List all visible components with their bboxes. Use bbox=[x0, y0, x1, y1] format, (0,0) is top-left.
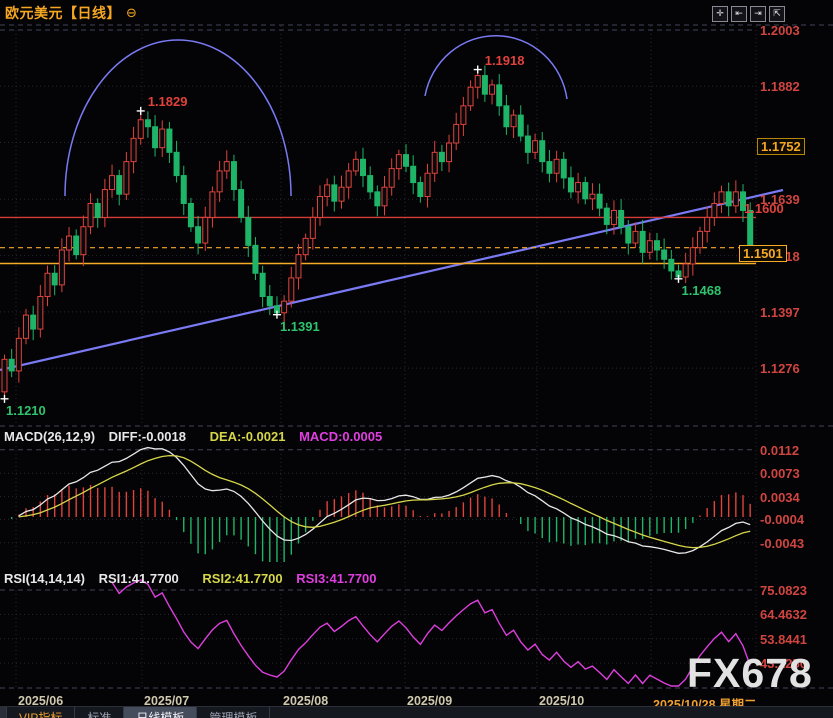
tab-日线模板[interactable]: 日线模板 bbox=[124, 707, 197, 718]
bottom-tabbar: VIP指标标准日线模板管理模板 bbox=[0, 706, 833, 718]
tab-标准[interactable]: 标准 bbox=[75, 707, 124, 718]
macd-dea-value: DEA:-0.0021 bbox=[210, 429, 286, 444]
chart-canvas[interactable] bbox=[0, 0, 833, 718]
rsi2-value: RSI2:41.7700 bbox=[202, 571, 282, 586]
rsi-axis-tick: 64.4632 bbox=[760, 607, 807, 622]
collapse-icon[interactable]: ⊖ bbox=[126, 5, 137, 21]
rsi-title: RSI(14,14,14) bbox=[4, 571, 85, 586]
macd-header: MACD(26,12,9) DIFF:-0.0018 DEA:-0.0021 M… bbox=[4, 429, 392, 444]
swing-high-label: 1.1829 bbox=[148, 94, 188, 109]
price-axis-tick: 1.1882 bbox=[760, 79, 800, 94]
tab-VIP指标[interactable]: VIP指标 bbox=[7, 707, 75, 718]
symbol-title: 欧元美元【日线】 bbox=[5, 3, 121, 23]
price-alert-label[interactable]: 1.1752 bbox=[757, 138, 805, 155]
chart-window: 欧元美元【日线】 ⊖ ✛⇤⇥⇱ MACD(26,12,9) DIFF:-0.00… bbox=[0, 0, 833, 718]
macd-axis-tick: 0.0034 bbox=[760, 490, 800, 505]
fit-left-axis-icon[interactable]: ⇤ bbox=[731, 6, 747, 22]
watermark: FX678 bbox=[687, 650, 813, 697]
reset-view-icon[interactable]: ⇱ bbox=[769, 6, 785, 22]
rsi3-value: RSI3:41.7700 bbox=[296, 571, 376, 586]
macd-diff-value: DIFF:-0.0018 bbox=[109, 429, 186, 444]
tab-fragment[interactable] bbox=[0, 707, 7, 718]
swing-low-label: 1.1210 bbox=[6, 403, 46, 418]
swing-low-label: 1.1391 bbox=[280, 319, 320, 334]
pan-tool-icon[interactable]: ✛ bbox=[712, 6, 728, 22]
tab-管理模板[interactable]: 管理模板 bbox=[197, 707, 270, 718]
macd-axis-tick: 0.0112 bbox=[760, 443, 799, 458]
price-axis-tick: 1.2003 bbox=[760, 23, 800, 38]
fit-right-axis-icon[interactable]: ⇥ bbox=[750, 6, 766, 22]
chart-toolbar: ✛⇤⇥⇱ bbox=[712, 6, 785, 22]
swing-high-label: 1.1918 bbox=[485, 53, 525, 68]
resistance-line-label: 1.1600 bbox=[744, 201, 784, 216]
rsi-axis-tick: 75.0823 bbox=[760, 583, 807, 598]
swing-low-label: 1.1468 bbox=[681, 283, 721, 298]
macd-macd-value: MACD:0.0005 bbox=[299, 429, 382, 444]
macd-axis-tick: 0.0073 bbox=[760, 466, 800, 481]
rsi1-value: RSI1:41.7700 bbox=[99, 571, 179, 586]
rsi-axis-tick: 53.8441 bbox=[760, 632, 807, 647]
price-axis-tick: 1.1276 bbox=[760, 361, 800, 376]
macd-title: MACD(26,12,9) bbox=[4, 429, 95, 444]
titlebar: 欧元美元【日线】 ⊖ bbox=[5, 3, 137, 23]
price-axis-tick: 1.1397 bbox=[760, 305, 800, 320]
macd-axis-tick: -0.0004 bbox=[760, 512, 804, 527]
macd-axis-tick: -0.0043 bbox=[760, 536, 804, 551]
rsi-header: RSI(14,14,14) RSI1:41.7700 RSI2:41.7700 … bbox=[4, 571, 387, 586]
support-line-label: 1.1501 bbox=[739, 245, 787, 262]
